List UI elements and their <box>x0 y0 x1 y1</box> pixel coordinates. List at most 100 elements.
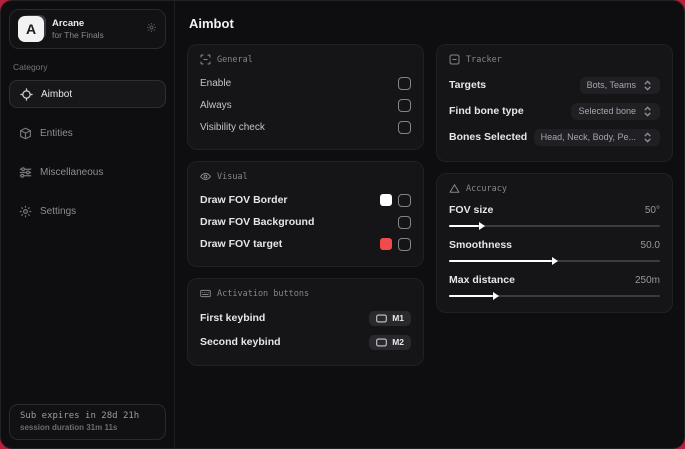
slider-fill <box>449 257 559 265</box>
setting-row-targets: Targets Bots, Teams <box>449 72 660 98</box>
setting-row-enable: Enable <box>200 72 411 94</box>
color-swatch-white[interactable] <box>380 194 392 206</box>
setting-label: First keybind <box>200 312 266 324</box>
select-value: Bots, Teams <box>586 80 636 90</box>
select-value: Selected bone <box>578 106 636 116</box>
slider-fill <box>449 222 484 230</box>
keybind-value: M2 <box>392 337 404 347</box>
setting-group-smoothness: Smoothness 50.0 <box>449 236 660 265</box>
setting-row-find-bone-type: Find bone type Selected bone <box>449 98 660 124</box>
color-swatch-red[interactable] <box>380 238 392 250</box>
card-activation-buttons: Activation buttons First keybind M1 Seco… <box>187 278 424 366</box>
fov-target-checkbox[interactable] <box>398 237 411 251</box>
setting-label: Find bone type <box>449 105 524 117</box>
setting-row-always: Always <box>200 94 411 116</box>
keybind-button-m2[interactable]: M2 <box>369 334 411 350</box>
eye-icon <box>200 171 211 182</box>
sidebar-item-label: Entities <box>40 127 73 139</box>
smoothness-slider[interactable] <box>449 257 660 265</box>
always-checkbox[interactable] <box>398 98 411 112</box>
setting-label: FOV size <box>449 204 494 216</box>
settings-gear-icon[interactable] <box>146 22 157 36</box>
tracker-icon <box>449 54 460 65</box>
enable-checkbox[interactable] <box>398 76 411 90</box>
sidebar-item-label: Aimbot <box>41 88 73 100</box>
chevron-up-down-icon <box>643 105 653 117</box>
setting-label: Max distance <box>449 274 515 286</box>
scan-icon <box>200 54 211 65</box>
setting-label: Bones Selected <box>449 131 528 143</box>
sidebar-item-settings[interactable]: Settings <box>9 197 166 225</box>
sidebar: A Arcane for The Finals Category Aimbot <box>1 1 175 448</box>
setting-value: 250m <box>634 274 660 286</box>
card-accuracy: Accuracy FOV size 50° Smoothness 50.0 Ma… <box>436 173 673 313</box>
fov-background-checkbox[interactable] <box>398 215 411 229</box>
app-logo-card: A Arcane for The Finals <box>9 9 166 49</box>
app-name: Arcane <box>52 17 85 29</box>
mouse-icon <box>376 338 388 347</box>
setting-row-visibility-check: Visibility check <box>200 116 411 138</box>
bones-selected-select[interactable]: Head, Neck, Body, Pe... <box>533 128 660 146</box>
sliders-icon <box>19 166 32 179</box>
setting-group-max-distance: Max distance 250m <box>449 271 660 300</box>
app-window: A Arcane for The Finals Category Aimbot <box>0 0 685 449</box>
box-icon <box>19 127 32 140</box>
sidebar-item-label: Miscellaneous <box>40 166 104 178</box>
setting-value: 50.0 <box>640 239 660 251</box>
app-subtitle: for The Finals <box>52 29 104 40</box>
session-duration: session duration 31m 11s <box>20 423 118 432</box>
fov-size-slider[interactable] <box>449 222 660 230</box>
keybind-button-m1[interactable]: M1 <box>369 310 411 326</box>
slider-fill <box>449 292 500 300</box>
sidebar-item-miscellaneous[interactable]: Miscellaneous <box>9 158 166 186</box>
card-tracker: Tracker Targets Bots, Teams Find bone ty… <box>436 44 673 162</box>
sidebar-item-entities[interactable]: Entities <box>9 119 166 147</box>
chevron-up-down-icon <box>643 131 653 143</box>
card-title: Tracker <box>466 54 502 65</box>
chevron-up-down-icon <box>643 79 653 91</box>
triangle-icon <box>449 183 460 194</box>
setting-label: Always <box>200 99 232 111</box>
setting-row-fov-background: Draw FOV Background <box>200 211 411 233</box>
visibility-check-checkbox[interactable] <box>398 120 411 134</box>
app-logo: A <box>18 16 44 42</box>
right-column: Tracker Targets Bots, Teams Find bone ty… <box>436 44 673 313</box>
gear-icon <box>19 205 32 218</box>
setting-row-bones-selected: Bones Selected Head, Neck, Body, Pe... <box>449 124 660 150</box>
main-content: Aimbot General Enable Always Visibility … <box>175 1 684 448</box>
card-visual: Visual Draw FOV Border Draw FOV Backgrou… <box>187 161 424 267</box>
card-title: Activation buttons <box>217 288 310 299</box>
setting-row-fov-target: Draw FOV target <box>200 233 411 255</box>
app-title-block: Arcane for The Finals <box>52 18 138 41</box>
setting-label: Draw FOV Background <box>200 216 315 228</box>
setting-label: Second keybind <box>200 336 281 348</box>
setting-label: Enable <box>200 77 232 89</box>
subscription-expiry: Sub expires in 28d 21h <box>20 411 140 421</box>
keyboard-icon <box>200 288 211 299</box>
crosshair-icon <box>20 87 33 101</box>
card-title: General <box>217 54 253 65</box>
card-general: General Enable Always Visibility check <box>187 44 424 150</box>
setting-label: Draw FOV target <box>200 238 283 250</box>
card-title: Accuracy <box>466 183 507 194</box>
card-title: Visual <box>217 171 248 182</box>
mouse-icon <box>376 314 388 323</box>
max-distance-slider[interactable] <box>449 292 660 300</box>
left-column: General Enable Always Visibility check V… <box>187 44 424 366</box>
setting-label: Visibility check <box>200 121 265 133</box>
keybind-value: M1 <box>392 313 404 323</box>
targets-select[interactable]: Bots, Teams <box>579 76 660 94</box>
setting-label: Draw FOV Border <box>200 194 288 206</box>
find-bone-type-select[interactable]: Selected bone <box>571 102 660 120</box>
sidebar-item-label: Settings <box>40 205 77 217</box>
select-value: Head, Neck, Body, Pe... <box>540 132 636 142</box>
sidebar-item-aimbot[interactable]: Aimbot <box>9 80 166 108</box>
category-label: Category <box>13 62 48 72</box>
fov-border-checkbox[interactable] <box>398 193 411 207</box>
setting-row-fov-border: Draw FOV Border <box>200 189 411 211</box>
setting-value: 50° <box>644 204 660 216</box>
setting-group-fov-size: FOV size 50° <box>449 201 660 230</box>
setting-label: Smoothness <box>449 239 513 251</box>
subscription-info-card: Sub expires in 28d 21h session duration … <box>9 404 166 440</box>
setting-label: Targets <box>449 79 487 91</box>
